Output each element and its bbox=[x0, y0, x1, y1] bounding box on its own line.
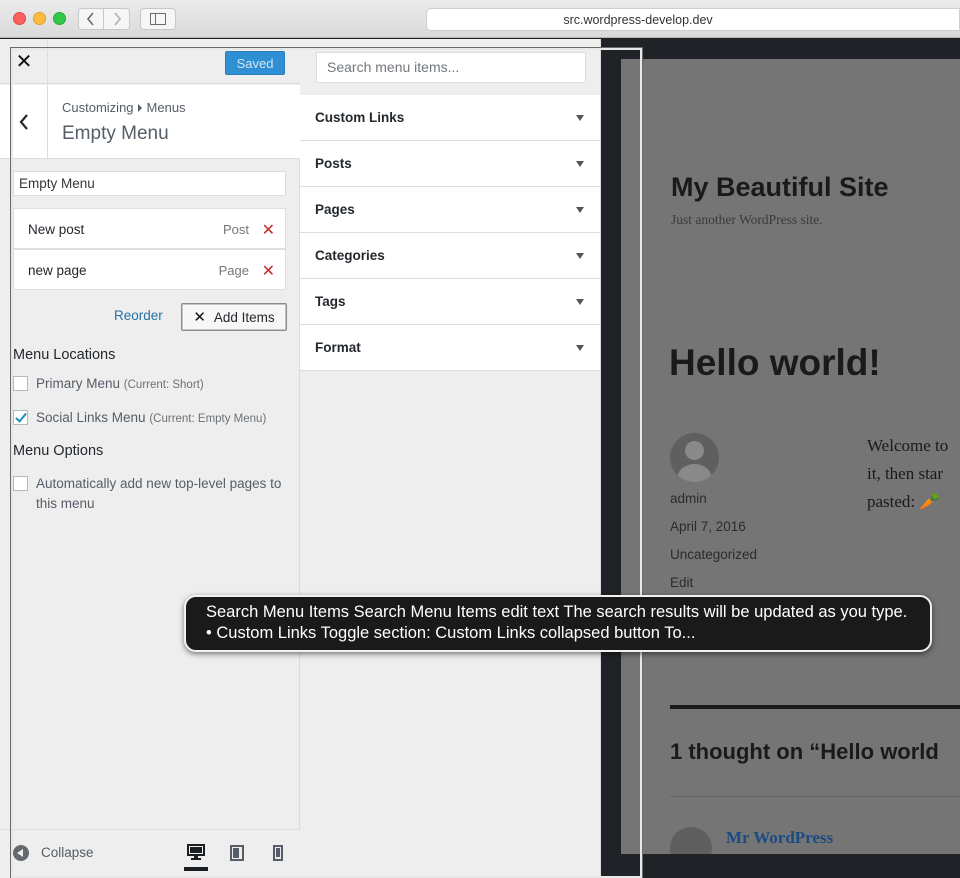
reorder-link[interactable]: Reorder bbox=[114, 308, 163, 323]
section-title: Categories bbox=[315, 248, 385, 263]
back-button[interactable] bbox=[0, 85, 48, 158]
site-title[interactable]: My Beautiful Site bbox=[671, 172, 889, 203]
post-content-line: pasted: 🥕 bbox=[867, 492, 941, 511]
browser-back-button[interactable] bbox=[78, 8, 104, 30]
post-content-line: Welcome to bbox=[867, 436, 949, 455]
search-menu-items-input[interactable]: Search menu items... bbox=[316, 52, 586, 83]
primary-menu-label[interactable]: Primary Menu (Current: Short) bbox=[36, 374, 204, 395]
section-title: Format bbox=[315, 340, 361, 355]
location-name: Primary Menu bbox=[36, 376, 121, 391]
toggle-arrow-icon[interactable] bbox=[576, 253, 584, 259]
divider bbox=[670, 705, 960, 709]
site-preview: My Beautiful Site Just another WordPress… bbox=[621, 59, 960, 854]
preview-mobile-button[interactable] bbox=[266, 842, 290, 864]
breadcrumb: Customizing Menus bbox=[62, 100, 186, 115]
toggle-arrow-icon[interactable] bbox=[576, 161, 584, 167]
section-title: Tags bbox=[315, 294, 346, 309]
menu-item-type: Post bbox=[222, 222, 249, 237]
available-menu-items-panel: Search menu items... Custom Links Posts … bbox=[300, 39, 601, 878]
social-links-menu-label[interactable]: Social Links Menu (Current: Empty Menu) bbox=[36, 408, 266, 429]
toggle-arrow-icon[interactable] bbox=[576, 345, 584, 351]
toggle-arrow-icon[interactable] bbox=[576, 207, 584, 213]
voiceover-caption-panel: Search Menu Items Search Menu Items edit… bbox=[184, 595, 932, 652]
menu-name-field[interactable]: Empty Menu bbox=[13, 171, 286, 196]
menu-item[interactable]: new page Page ✕ bbox=[13, 249, 286, 290]
carrot-icon: 🥕 bbox=[919, 492, 941, 511]
collapse-button[interactable]: Collapse bbox=[41, 845, 94, 860]
close-icon: ✕ bbox=[193, 309, 206, 326]
customizer-pane: ✕ Saved Customizing Menus Empty Menu Empt… bbox=[0, 39, 300, 878]
preview-desktop-button[interactable] bbox=[184, 842, 208, 871]
add-items-button[interactable]: ✕ Add Items bbox=[181, 303, 287, 331]
location-current: (Current: Short) bbox=[123, 379, 204, 391]
auto-add-pages-label[interactable]: Automatically add new top-level pages to… bbox=[36, 474, 291, 514]
post-edit-link[interactable]: Edit bbox=[670, 575, 693, 590]
toggle-arrow-icon[interactable] bbox=[576, 115, 584, 121]
browser-toolbar: src.wordpress-develop.dev bbox=[0, 0, 960, 38]
preview-tablet-button[interactable] bbox=[225, 842, 249, 864]
auto-add-pages-checkbox[interactable] bbox=[13, 476, 28, 491]
address-bar[interactable]: src.wordpress-develop.dev bbox=[426, 8, 960, 31]
section-custom-links[interactable]: Custom Links bbox=[300, 95, 600, 141]
close-customizer-button[interactable]: ✕ bbox=[10, 51, 38, 73]
menu-item-title: new page bbox=[28, 263, 87, 278]
site-description: Just another WordPress site. bbox=[671, 212, 823, 227]
collapse-icon[interactable] bbox=[13, 845, 29, 861]
menu-item-title: New post bbox=[28, 222, 85, 237]
commenter-link[interactable]: Mr WordPress bbox=[726, 828, 833, 848]
mobile-icon bbox=[273, 845, 283, 861]
toggle-arrow-icon[interactable] bbox=[576, 299, 584, 305]
chevron-left-icon bbox=[19, 113, 28, 130]
post-content-line: it, then star bbox=[867, 464, 944, 483]
tablet-icon bbox=[230, 845, 244, 861]
post-category[interactable]: Uncategorized bbox=[670, 547, 757, 562]
section-posts[interactable]: Posts bbox=[300, 141, 600, 187]
section-title: Pages bbox=[315, 202, 355, 217]
divider bbox=[670, 796, 960, 797]
breadcrumb-parent: Customizing bbox=[62, 100, 134, 115]
section-title: Empty Menu bbox=[62, 123, 169, 144]
remove-item-icon[interactable]: ✕ bbox=[262, 220, 275, 240]
location-current: (Current: Empty Menu) bbox=[149, 413, 267, 425]
minimize-window-button[interactable] bbox=[33, 12, 46, 25]
close-icon: ✕ bbox=[15, 51, 33, 73]
post-date[interactable]: April 7, 2016 bbox=[670, 519, 746, 534]
add-items-label: Add Items bbox=[213, 309, 275, 325]
author-avatar bbox=[670, 433, 719, 482]
saved-button[interactable]: Saved bbox=[225, 51, 285, 75]
section-categories[interactable]: Categories bbox=[300, 233, 600, 279]
remove-item-icon[interactable]: ✕ bbox=[262, 261, 275, 281]
sidebar-icon bbox=[150, 13, 166, 25]
close-window-button[interactable] bbox=[13, 12, 26, 25]
breadcrumb-current: Menus bbox=[146, 100, 186, 115]
section-title: Custom Links bbox=[315, 110, 405, 125]
primary-menu-checkbox[interactable] bbox=[13, 376, 28, 391]
section-tags[interactable]: Tags bbox=[300, 279, 600, 325]
section-title: Posts bbox=[315, 156, 352, 171]
menu-item[interactable]: New post Post ✕ bbox=[13, 208, 286, 249]
zoom-window-button[interactable] bbox=[53, 12, 66, 25]
section-pages[interactable]: Pages bbox=[300, 187, 600, 233]
comments-title: 1 thought on “Hello world bbox=[670, 739, 939, 764]
commenter-avatar bbox=[670, 827, 712, 854]
url-text: src.wordpress-develop.dev bbox=[563, 12, 713, 27]
chevron-right-icon bbox=[113, 12, 121, 26]
caret-right-icon bbox=[137, 104, 142, 112]
menu-item-type: Page bbox=[218, 263, 249, 278]
location-name: Social Links Menu bbox=[36, 410, 146, 425]
section-format[interactable]: Format bbox=[300, 325, 600, 371]
section-header: Customizing Menus Empty Menu bbox=[0, 85, 300, 159]
social-links-menu-checkbox[interactable] bbox=[13, 410, 28, 425]
post-author[interactable]: admin bbox=[670, 491, 707, 506]
browser-forward-button[interactable] bbox=[104, 8, 130, 30]
customizer-footer: Collapse bbox=[0, 829, 300, 878]
customizer-header-actions: ✕ Saved bbox=[0, 39, 300, 84]
post-title[interactable]: Hello world! bbox=[669, 342, 881, 384]
menu-locations-heading: Menu Locations bbox=[13, 347, 116, 363]
menu-options-heading: Menu Options bbox=[13, 443, 104, 459]
desktop-icon bbox=[187, 844, 205, 860]
chevron-left-icon bbox=[86, 12, 94, 26]
post-content: Welcome to it, then star pasted: 🥕 bbox=[867, 432, 948, 516]
show-sidebar-button[interactable] bbox=[140, 8, 176, 30]
